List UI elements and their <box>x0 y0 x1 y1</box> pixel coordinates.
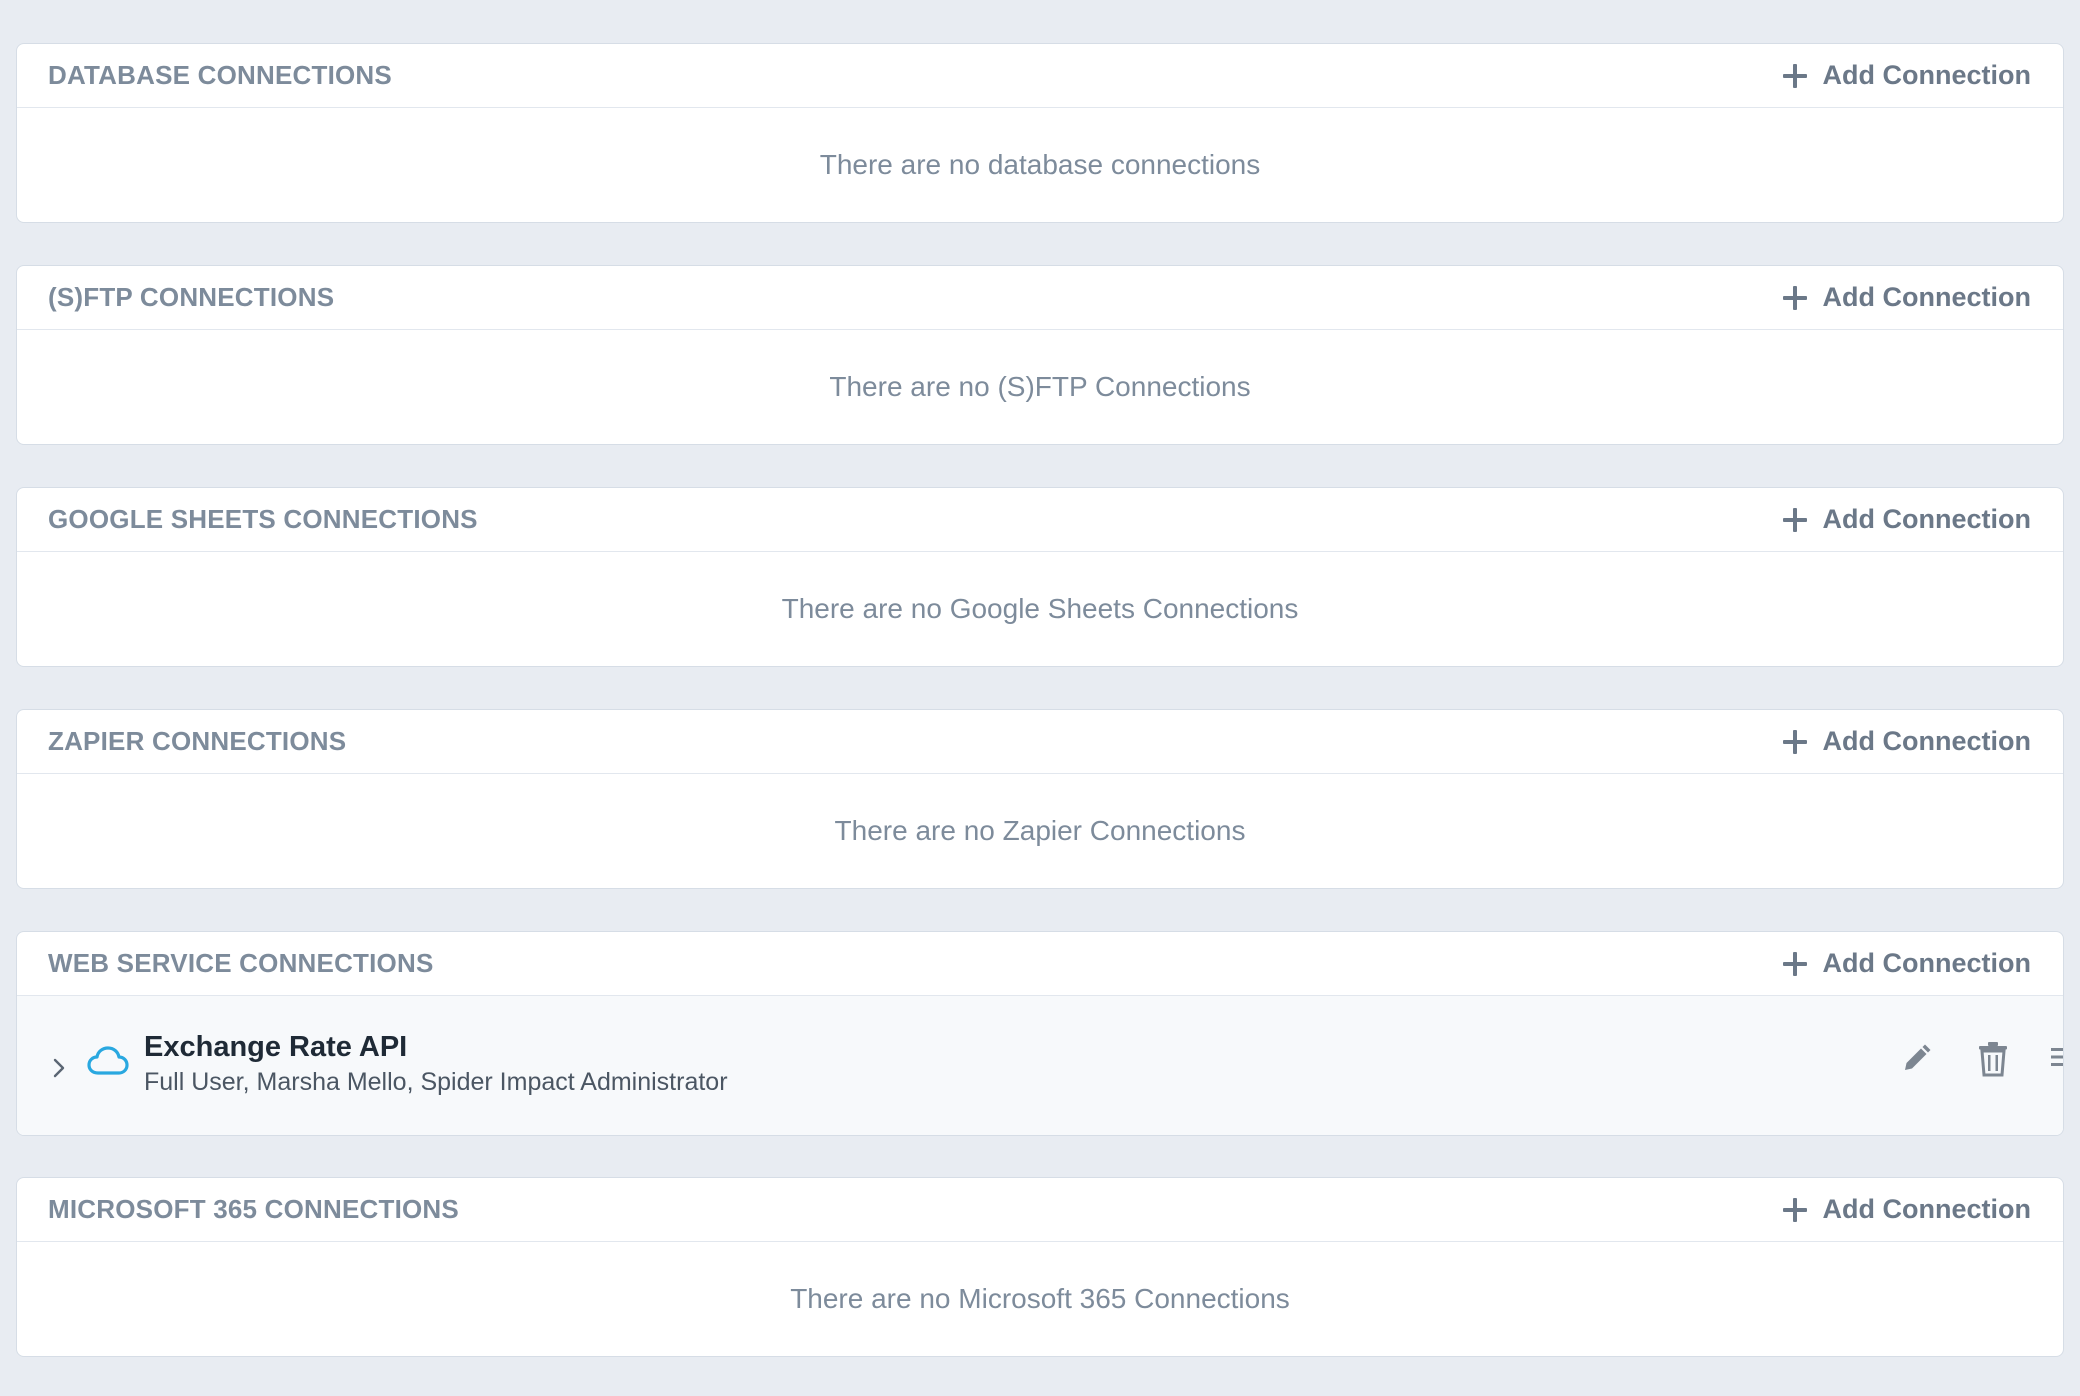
empty-message: There are no (S)FTP Connections <box>829 371 1251 402</box>
panel-title: DATABASE CONNECTIONS <box>48 60 392 90</box>
panel-header: MICROSOFT 365 CONNECTIONS Add Connection <box>17 1178 2063 1242</box>
panel-title: ZAPIER CONNECTIONS <box>48 726 347 756</box>
panel-title: WEB SERVICE CONNECTIONS <box>48 948 434 978</box>
add-connection-label: Add Connection <box>1822 726 2031 756</box>
empty-message: There are no database connections <box>819 149 1261 180</box>
plus-icon <box>1782 285 1807 310</box>
add-web-service-connection-button[interactable]: Add Connection <box>1781 948 2031 979</box>
panel-header: GOOGLE SHEETS CONNECTIONS Add Connection <box>17 488 2063 552</box>
add-google-sheets-connection-button[interactable]: Add Connection <box>1781 504 2031 535</box>
empty-message: There are no Microsoft 365 Connections <box>790 1283 1290 1314</box>
web-service-connections-panel: WEB SERVICE CONNECTIONS Add Connection E… <box>16 931 2064 1136</box>
microsoft-365-connections-panel: MICROSOFT 365 CONNECTIONS Add Connection… <box>16 1177 2064 1357</box>
connections-page: DATABASE CONNECTIONS Add Connection Ther… <box>0 0 2080 1396</box>
panel-header: WEB SERVICE CONNECTIONS Add Connection <box>17 932 2063 996</box>
plus-icon <box>1782 729 1807 754</box>
connection-text: Exchange Rate API Full User, Marsha Mell… <box>144 1031 728 1097</box>
connection-detail: Full User, Marsha Mello, Spider Impact A… <box>144 1067 728 1096</box>
connection-row[interactable]: Exchange Rate API Full User, Marsha Mell… <box>17 996 2063 1135</box>
add-connection-label: Add Connection <box>1822 948 2031 978</box>
add-database-connection-button[interactable]: Add Connection <box>1781 60 2031 91</box>
plus-icon <box>1782 1197 1807 1222</box>
panel-title: MICROSOFT 365 CONNECTIONS <box>48 1194 459 1224</box>
database-connections-panel: DATABASE CONNECTIONS Add Connection Ther… <box>16 43 2064 223</box>
add-connection-label: Add Connection <box>1822 504 2031 534</box>
panel-header: (S)FTP CONNECTIONS Add Connection <box>17 266 2063 330</box>
chevron-right-icon[interactable] <box>47 1056 71 1080</box>
drag-handle-icon[interactable] <box>2045 1042 2064 1072</box>
plus-icon <box>1782 507 1807 532</box>
sftp-connections-panel: (S)FTP CONNECTIONS Add Connection There … <box>16 265 2064 445</box>
plus-icon <box>1782 63 1807 88</box>
empty-message: There are no Google Sheets Connections <box>781 593 1299 624</box>
trash-icon[interactable] <box>1975 1040 2011 1078</box>
empty-message: There are no Zapier Connections <box>834 815 1246 846</box>
add-sftp-connection-button[interactable]: Add Connection <box>1781 282 2031 313</box>
cloud-icon <box>87 1045 129 1075</box>
connection-name[interactable]: Exchange Rate API <box>144 1031 728 1064</box>
panel-header: ZAPIER CONNECTIONS Add Connection <box>17 710 2063 774</box>
panel-header: DATABASE CONNECTIONS Add Connection <box>17 44 2063 108</box>
zapier-connections-panel: ZAPIER CONNECTIONS Add Connection There … <box>16 709 2064 889</box>
add-connection-label: Add Connection <box>1822 1194 2031 1224</box>
panel-title: (S)FTP CONNECTIONS <box>48 282 335 312</box>
edit-pencil-icon[interactable] <box>1899 1042 1933 1076</box>
add-connection-label: Add Connection <box>1822 282 2031 312</box>
panel-title: GOOGLE SHEETS CONNECTIONS <box>48 504 478 534</box>
add-microsoft-365-connection-button[interactable]: Add Connection <box>1781 1194 2031 1225</box>
google-sheets-connections-panel: GOOGLE SHEETS CONNECTIONS Add Connection… <box>16 487 2064 667</box>
plus-icon <box>1782 951 1807 976</box>
add-connection-label: Add Connection <box>1822 60 2031 90</box>
add-zapier-connection-button[interactable]: Add Connection <box>1781 726 2031 757</box>
